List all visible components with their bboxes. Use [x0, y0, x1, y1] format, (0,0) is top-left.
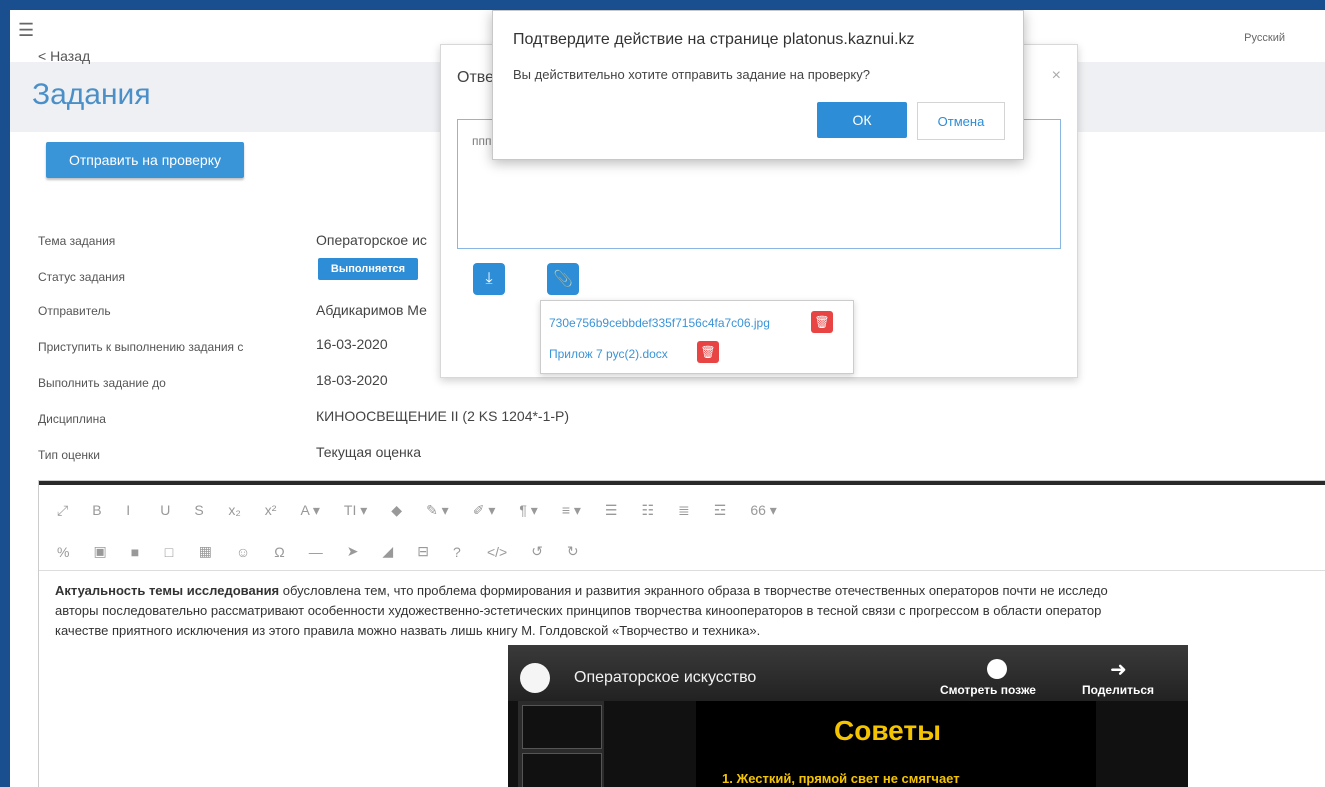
superscript-icon[interactable]: x²: [265, 502, 277, 518]
attachment-link-1[interactable]: 730e756b9cebbdef335f7156c4fa7c06.jpg: [549, 316, 770, 330]
confirm-message: Вы действительно хотите отправить задани…: [513, 67, 870, 82]
language-selector[interactable]: Русский: [1244, 32, 1285, 44]
video-icon[interactable]: ■: [131, 544, 141, 560]
delete-attachment-1-button[interactable]: 🗑: [811, 311, 833, 333]
back-link[interactable]: < Назад: [38, 48, 90, 64]
task-deadline-label: Выполнить задание до: [38, 376, 166, 390]
close-icon[interactable]: ×: [1052, 67, 1061, 85]
slide-preview: Советы 1. Жесткий, прямой свет не смягча…: [696, 701, 1096, 787]
task-topic-value: Операторское ис: [316, 232, 427, 248]
unordered-list-icon[interactable]: ☷: [641, 502, 654, 519]
embedded-video[interactable]: Операторское искусство Смотреть позже ➜ …: [508, 645, 1188, 787]
page-title: Задания: [32, 78, 151, 111]
editor-top-border: [39, 481, 1325, 485]
clear-format-icon[interactable]: ✐ ▾: [473, 502, 496, 519]
text-size-icon[interactable]: TI ▾: [344, 502, 367, 519]
attachments-popover: 730e756b9cebbdef335f7156c4fa7c06.jpg 🗑 П…: [540, 300, 854, 374]
task-start-value: 16-03-2020: [316, 336, 388, 352]
task-deadline-value: 18-03-2020: [316, 372, 388, 388]
attachment-button[interactable]: 📎: [547, 263, 579, 295]
watch-later-label[interactable]: Смотреть позже: [940, 683, 1036, 697]
discipline-value: КИНООСВЕЩЕНИЕ II (2 KS 1204*-1-P): [316, 408, 570, 424]
confirm-title: Подтвердите действие на странице platonu…: [513, 31, 915, 48]
emoji-icon[interactable]: ☺: [236, 544, 250, 560]
trash-icon: 🗑: [814, 315, 830, 329]
link-icon[interactable]: %: [57, 544, 69, 560]
redo-icon[interactable]: ↻: [567, 543, 579, 560]
video-channel-logo: [520, 663, 550, 693]
special-char-icon[interactable]: Ω: [274, 544, 284, 560]
slide-thumbnail: [522, 705, 602, 749]
ordered-list-icon[interactable]: ☰: [605, 502, 618, 519]
download-icon: ⤓: [485, 270, 493, 287]
task-status-label: Статус задания: [38, 270, 125, 284]
discipline-label: Дисциплина: [38, 412, 106, 426]
task-sender-label: Отправитель: [38, 304, 111, 318]
subscript-icon[interactable]: x₂: [228, 502, 240, 518]
confirm-dialog: Подтвердите действие на странице platonu…: [492, 10, 1024, 160]
task-start-label: Приступить к выполнению задания с: [38, 340, 244, 354]
task-sender-value: Абдикаримов Ме: [316, 302, 427, 318]
answer-modal-title: Отве: [457, 69, 494, 86]
help-icon[interactable]: ?: [453, 544, 463, 560]
share-label[interactable]: Поделиться: [1082, 683, 1154, 697]
italic-icon[interactable]: I: [126, 502, 136, 518]
slide-thumbnails: [518, 701, 604, 787]
status-badge: Выполняется: [318, 258, 418, 280]
send-to-review-button[interactable]: Отправить на проверку: [46, 142, 244, 178]
strikethrough-icon[interactable]: S: [194, 502, 204, 518]
slide-title: Советы: [834, 715, 941, 746]
eraser-icon[interactable]: ◢: [382, 543, 393, 560]
attachment-link-2[interactable]: Прилож 7 рус(2).docx: [549, 347, 668, 361]
file-icon[interactable]: □: [165, 544, 175, 560]
menu-icon[interactable]: ☰: [18, 20, 34, 41]
fullscreen-icon[interactable]: ⤢: [57, 502, 68, 519]
highlight-icon[interactable]: ✎ ▾: [426, 502, 449, 519]
outdent-icon[interactable]: ≣: [678, 502, 690, 519]
slide-thumbnail: [522, 753, 602, 787]
select-icon[interactable]: ➤: [347, 543, 359, 560]
share-icon[interactable]: ➜: [1110, 657, 1127, 682]
answer-text: ппп: [472, 134, 492, 148]
cancel-button[interactable]: Отмена: [917, 102, 1005, 140]
editor-paragraph-2: авторы последовательно рассматривают осо…: [55, 603, 1102, 618]
ok-button[interactable]: ОК: [817, 102, 907, 138]
table-icon[interactable]: ▦: [199, 543, 212, 560]
horizontal-line-icon[interactable]: —: [309, 544, 323, 560]
paperclip-icon: 📎: [553, 271, 573, 288]
editor-paragraph-3: качестве приятного исключения из этого п…: [55, 623, 761, 638]
editor-content[interactable]: Актуальность темы исследования обусловле…: [55, 581, 1325, 641]
editor-paragraph-1: обусловлена тем, что проблема формирован…: [279, 583, 1108, 598]
indent-icon[interactable]: ☲: [714, 502, 727, 519]
task-topic-label: Тема задания: [38, 234, 116, 248]
download-button[interactable]: ⤓: [473, 263, 505, 295]
bold-icon[interactable]: B: [92, 502, 102, 518]
editor-toolbar-row-2: % ▣ ■ □ ▦ ☺ Ω — ➤ ◢ ⊟ ? </> ↺ ↻: [39, 533, 1325, 571]
grade-type-label: Тип оценки: [38, 448, 101, 462]
trash-icon: 🗑: [700, 345, 716, 359]
undo-icon[interactable]: ↺: [531, 543, 543, 560]
font-size-icon[interactable]: A ▾: [300, 502, 319, 519]
quote-icon[interactable]: 66 ▾: [750, 502, 777, 519]
paragraph-icon[interactable]: ¶ ▾: [519, 502, 537, 519]
text-color-icon[interactable]: ◆: [391, 502, 402, 519]
slide-text: 1. Жесткий, прямой свет не смягчает: [722, 771, 960, 786]
clock-icon[interactable]: [987, 659, 1007, 679]
app-page: ☰ Русский < Назад Задания Отправить на п…: [10, 10, 1325, 787]
editor-toolbar-row-1: ⤢ B I U S x₂ x² A ▾ TI ▾ ◆ ✎ ▾ ✐ ▾ ¶ ▾ ≡…: [39, 491, 1325, 529]
print-icon[interactable]: ⊟: [417, 543, 429, 560]
video-title[interactable]: Операторское искусство: [574, 669, 756, 687]
code-icon[interactable]: </>: [487, 544, 507, 560]
editor-lead-text: Актуальность темы исследования: [55, 583, 280, 598]
align-icon[interactable]: ≡ ▾: [562, 502, 581, 519]
delete-attachment-2-button[interactable]: 🗑: [697, 341, 719, 363]
grade-type-value: Текущая оценка: [316, 444, 421, 460]
underline-icon[interactable]: U: [160, 502, 170, 518]
image-icon[interactable]: ▣: [93, 543, 106, 560]
